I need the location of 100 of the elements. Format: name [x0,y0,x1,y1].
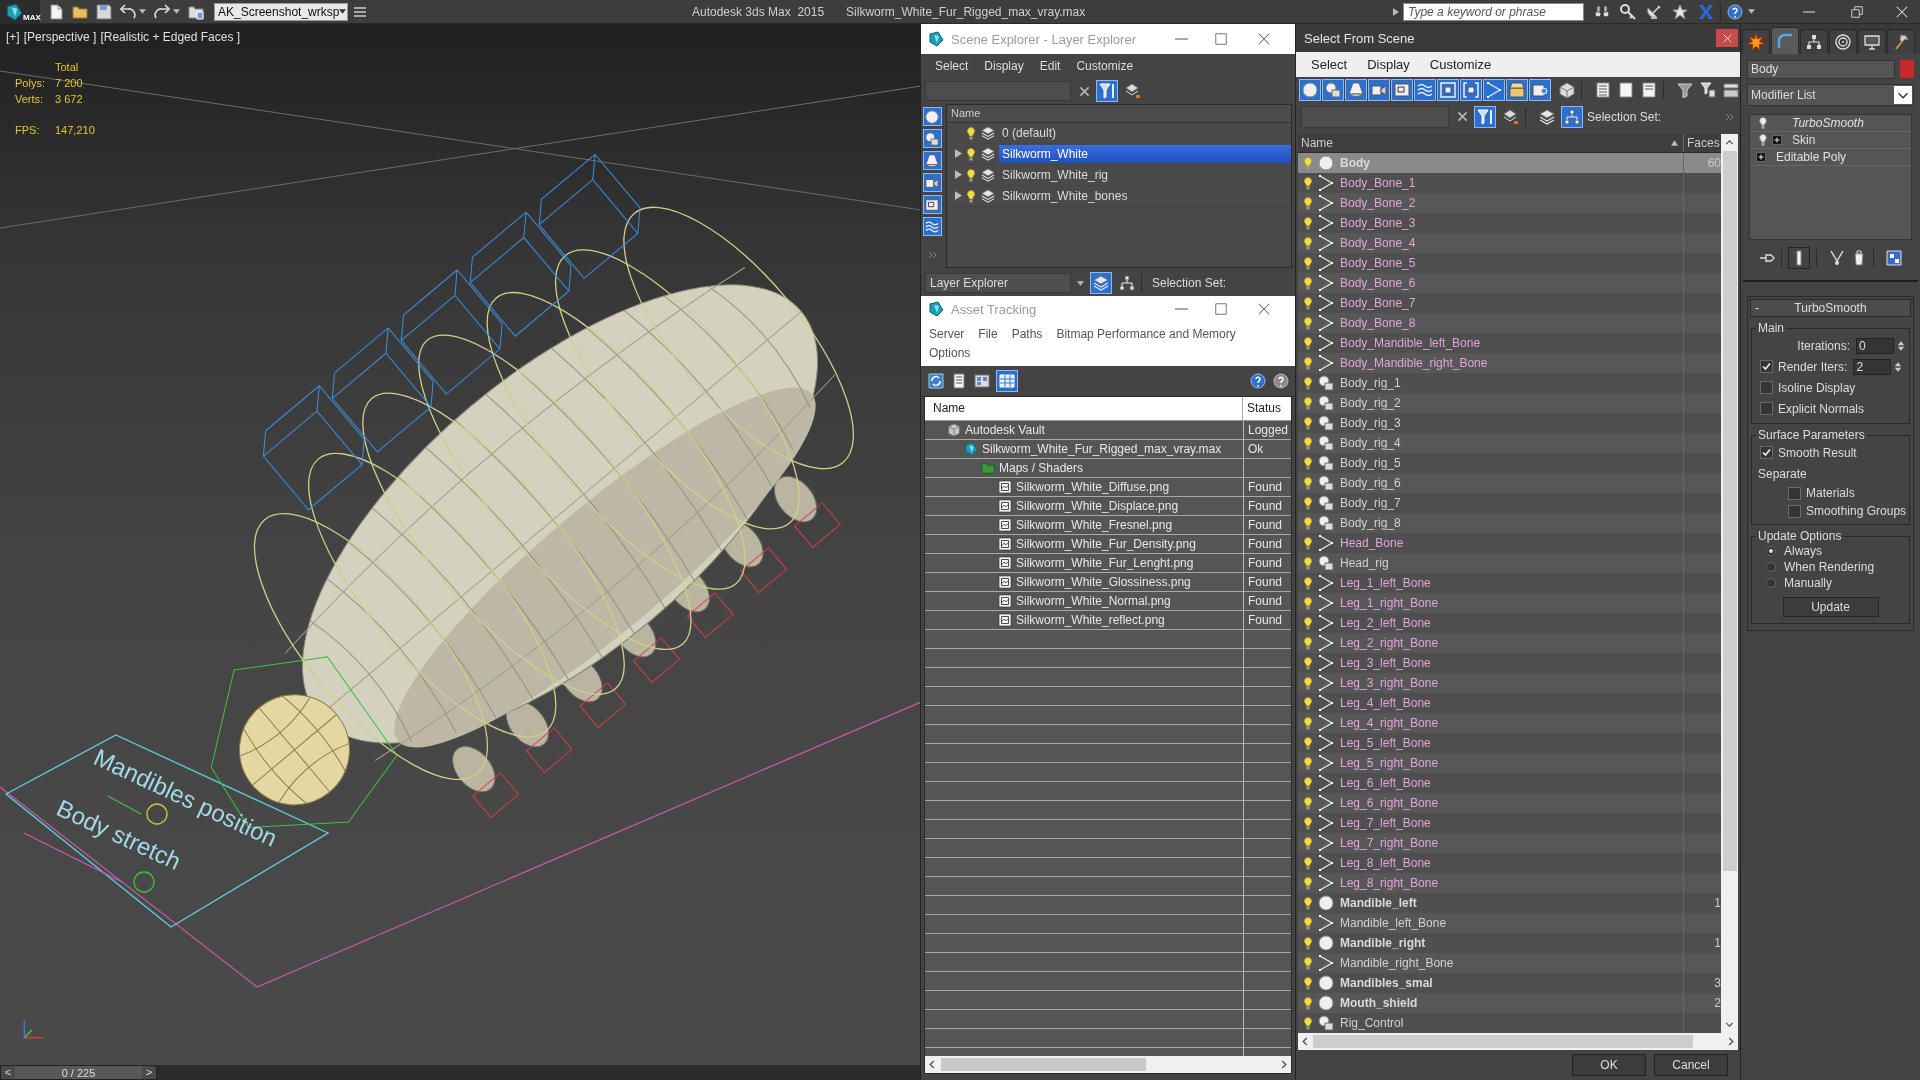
horizontal-scrollbar[interactable] [1298,1033,1738,1050]
layers-icon[interactable] [1503,108,1519,125]
lightbulb-icon[interactable] [1304,756,1312,770]
lightbulb-icon[interactable] [1759,134,1767,146]
asset-name[interactable]: Silkworm_White_Fur_Rigged_max_vray.max [982,440,1222,458]
asset-name[interactable]: Silkworm_White_Fur_Lenght.png [1016,554,1194,572]
lightbulb-icon[interactable] [1304,936,1312,950]
time-slider-thumb[interactable]: < 0 / 225 > [0,1065,157,1080]
checkbox[interactable] [1760,446,1773,459]
asset-name[interactable]: Silkworm_White_Glossiness.png [1016,573,1191,591]
checkbox[interactable] [1788,486,1801,500]
lightbulb-icon[interactable] [1304,396,1312,410]
caret-icon[interactable] [1077,280,1084,286]
lightbulb-icon[interactable] [1304,316,1312,330]
lightbulb-icon[interactable] [1304,496,1312,510]
radio-button[interactable] [1766,562,1776,572]
object-row[interactable]: Mandible_right_Bone [1298,953,1721,973]
object-row[interactable]: Body_Bone_4 [1298,233,1721,253]
hierarchy-tab[interactable] [1800,29,1828,54]
layer-name[interactable]: Silkworm_White [999,145,1291,163]
column-header[interactable]: Name [947,105,1291,123]
rollout-title[interactable]: TurboSmooth [1769,301,1910,315]
object-row[interactable]: Body_Mandible_right_Bone [1298,353,1721,373]
object-row[interactable]: Leg_7_left_Bone [1298,813,1721,833]
lightbulb-icon[interactable] [1304,596,1312,610]
lightbulb-icon[interactable] [1304,636,1312,650]
lightbulb-icon[interactable] [1304,876,1312,890]
select-none-icon[interactable] [1618,82,1634,98]
lightbulb-icon[interactable] [1304,276,1312,290]
close-button[interactable] [1716,29,1738,47]
checkbox[interactable] [1760,381,1773,394]
expand-arrow-icon[interactable] [954,191,962,200]
horizontal-scrollbar[interactable] [925,1056,1291,1073]
checkbox[interactable] [1760,360,1773,373]
menu-item[interactable]: Select [935,59,969,73]
bucket-icon[interactable] [1851,250,1867,266]
object-row[interactable]: Leg_4_left_Bone [1298,693,1721,713]
checkbox[interactable] [1760,402,1773,415]
object-row[interactable]: Body_Bone_3 [1298,213,1721,233]
spinner-field[interactable]: 0 [1856,337,1894,354]
vertical-scrollbar[interactable] [1721,134,1738,1033]
frozen-filter-button[interactable] [1529,79,1551,101]
collapse-button[interactable]: - [1751,301,1769,315]
radio-button[interactable] [1766,578,1776,588]
cancel-button[interactable]: Cancel [1654,1054,1728,1076]
hierarchy-icon[interactable] [1119,275,1135,291]
object-row[interactable]: Leg_1_right_Bone [1298,593,1721,613]
refresh-icon[interactable] [928,373,944,389]
lightbulb-icon[interactable] [1304,976,1312,990]
column-header[interactable]: Name [925,397,1243,420]
object-row[interactable]: Leg_1_left_Bone [1298,573,1721,593]
display-tab[interactable] [1858,29,1886,54]
menu-item[interactable]: Select [1311,57,1348,72]
object-row[interactable]: Body_rig_1 [1298,373,1721,393]
asset-name[interactable]: Silkworm_White_reflect.png [1016,611,1165,629]
object-row[interactable]: Body_Bone_5 [1298,253,1721,273]
object-row[interactable]: Mandible_left 1 [1298,893,1721,913]
asset-name[interactable]: Autodesk Vault [965,421,1045,439]
layer-view-button[interactable] [1090,272,1112,294]
select-invert-icon[interactable] [1641,82,1657,98]
next-frame-button[interactable]: > [142,1066,156,1079]
object-row[interactable]: Body_Bone_8 [1298,313,1721,333]
object-row[interactable]: Body_Bone_1 [1298,173,1721,193]
menu-item[interactable]: Edit [1039,59,1061,73]
object-row[interactable]: Leg_8_right_Bone [1298,873,1721,893]
asset-name[interactable]: Silkworm_White_Fresnel.png [1016,516,1173,534]
table-view-button[interactable] [996,370,1018,392]
lightbulb-icon[interactable] [1304,236,1312,250]
previous-frame-button[interactable]: < [1,1066,15,1079]
lightbulb-icon[interactable] [1304,476,1312,490]
object-row[interactable]: Mouth_shield 2 [1298,993,1721,1013]
object-row[interactable]: Head_rig [1298,553,1721,573]
workspace-dropdown[interactable]: AK_Screenshot_wrksp [214,2,348,21]
help-icon[interactable] [1250,373,1266,389]
scroll-left-icon[interactable] [929,1060,935,1069]
new-file-icon[interactable] [48,3,64,20]
update-button[interactable]: Update [1782,597,1879,617]
select-all-icon[interactable] [1595,82,1611,98]
checkbox[interactable] [1788,504,1801,518]
folder-icon[interactable] [72,3,88,20]
lightbulb-icon[interactable] [1304,616,1312,630]
spinner-field[interactable]: 2 [1853,358,1892,375]
xrefs-filter-button[interactable] [1460,79,1482,101]
help-icon[interactable] [1727,3,1743,20]
object-row[interactable]: Body_Bone_6 [1298,273,1721,293]
viewport-general-menu[interactable]: [+] [6,30,20,44]
object-row[interactable]: Body_rig_3 [1298,413,1721,433]
maximize-icon[interactable] [1215,33,1227,45]
modifier-item[interactable]: Skin [1750,132,1911,149]
containers-filter-button[interactable] [1506,79,1528,101]
caret-icon[interactable] [139,9,146,14]
lightbulb-icon[interactable] [1304,336,1312,350]
menu-item[interactable]: Server [929,325,965,344]
close-icon[interactable] [1258,303,1270,315]
object-row[interactable]: Body_rig_4 [1298,433,1721,453]
helpers-filter-button[interactable] [922,195,942,214]
lightbulb-icon[interactable] [1304,356,1312,370]
lightbulb-icon[interactable] [1304,696,1312,710]
layers-icon[interactable] [1539,108,1555,125]
menu-item[interactable]: Paths [1011,325,1043,344]
